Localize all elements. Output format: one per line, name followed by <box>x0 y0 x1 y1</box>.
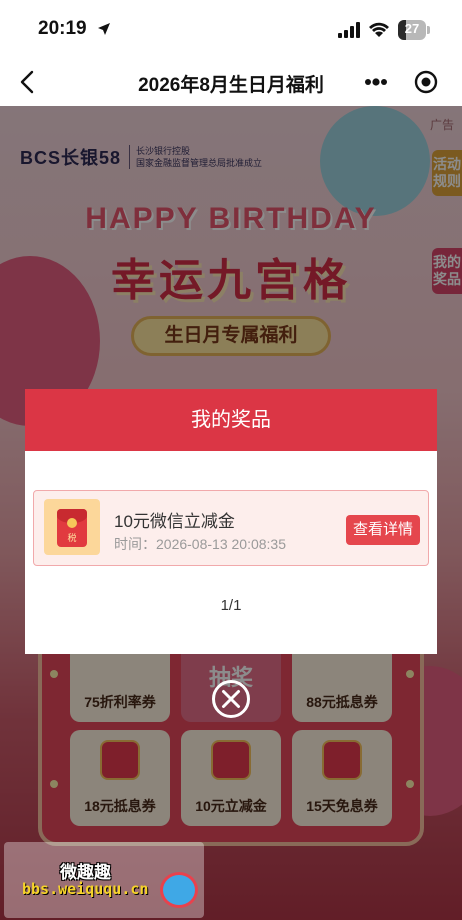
view-details-button[interactable]: 查看详情 <box>346 515 420 545</box>
prize-time: 时间：2026-08-13 20:08:35 <box>114 536 286 552</box>
red-envelope-icon-text: 税 <box>67 533 77 543</box>
modal-title: 我的奖品 <box>25 389 437 451</box>
more-options-icon[interactable] <box>362 72 390 92</box>
page-title: 2026年8月生日月福利 <box>138 75 324 96</box>
close-miniprogram-icon[interactable] <box>414 70 438 94</box>
watermark-url: bbs.weiququ.cn <box>22 880 149 898</box>
red-envelope-icon: 税 <box>57 509 87 547</box>
pagination: 1/1 <box>220 597 242 614</box>
status-time: 20:19 <box>38 18 87 39</box>
battery-level-text: 27 <box>404 21 420 36</box>
battery-icon: 27 <box>398 20 430 40</box>
back-arrow-icon[interactable] <box>18 70 38 94</box>
prize-card: 税 10元微信立减金 时间：2026-08-13 20:08:35 查看详情 <box>33 490 429 566</box>
wifi-icon <box>369 22 389 37</box>
cellular-signal-icon <box>338 22 360 38</box>
my-prizes-modal: 我的奖品 税 10元微信立减金 时间：2026-08-13 20:08:35 查… <box>25 389 437 654</box>
nav-bar: 2026年8月生日月福利 <box>0 58 462 106</box>
prize-icon-box: 税 <box>44 499 100 555</box>
status-bar: 20:19 27 <box>0 0 462 58</box>
watermark-logo-icon <box>160 872 198 908</box>
close-icon[interactable] <box>211 679 251 719</box>
watermark: 微趣趣 bbs.weiququ.cn <box>4 842 204 918</box>
location-arrow-icon <box>98 23 110 35</box>
prize-name: 10元微信立减金 <box>114 512 235 531</box>
